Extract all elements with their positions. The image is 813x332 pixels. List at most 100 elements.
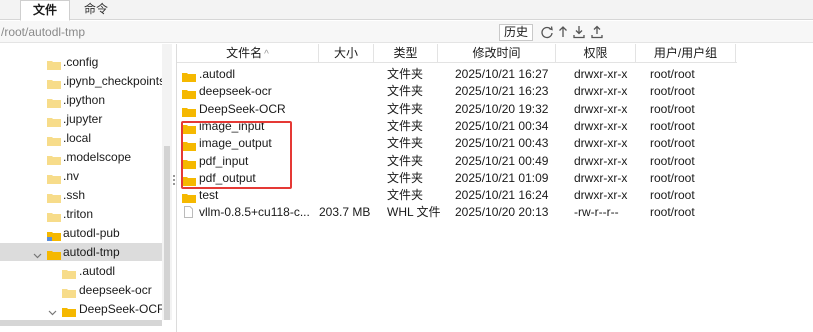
tree-item-label: .modelscope xyxy=(63,150,132,164)
path-input[interactable]: /root/autodl-tmp xyxy=(0,23,176,41)
file-owner: root/root xyxy=(650,205,695,220)
chevron-down-icon[interactable] xyxy=(33,247,42,259)
tree-item-label: .ipynb_checkpoints xyxy=(63,74,166,88)
file-row[interactable]: image_input 文件夹 2025/10/21 00:34 drwxr-xr-x… xyxy=(177,118,737,135)
file-row[interactable]: .autodl 文件夹 2025/10/21 16:27 drwxr-xr-x root… xyxy=(177,66,737,83)
tree-item[interactable]: deepseek-ocr xyxy=(0,281,162,299)
tree-item-label: .ssh xyxy=(63,188,86,202)
file-list-header: 文件名 ^ 大小 类型 修改时间 权限 用户/用户组 xyxy=(177,44,737,63)
file-size xyxy=(319,170,374,187)
file-size xyxy=(319,153,374,170)
tree-item-label: .ipython xyxy=(63,93,106,107)
file-modified: 2025/10/20 19:32 xyxy=(455,101,549,116)
tree-item-label: autodl-pub xyxy=(63,226,120,240)
file-list: 文件名 ^ 大小 类型 修改时间 权限 用户/用户组 .autodl 文件夹 2025… xyxy=(176,44,813,332)
file-owner: root/root xyxy=(650,188,695,203)
tab-bar: 文件 命令 xyxy=(0,0,813,21)
column-size[interactable]: 大小 xyxy=(319,44,374,63)
file-type: 文件夹 xyxy=(387,118,424,133)
upload-icon[interactable] xyxy=(590,24,604,40)
tree-item[interactable]: .config xyxy=(0,53,162,71)
tree-item[interactable]: .local xyxy=(0,129,162,147)
tree-item-label: .jupyter xyxy=(63,112,103,126)
tree-item[interactable]: .ipynb_checkpoints xyxy=(0,72,166,90)
folder-icon xyxy=(47,209,61,222)
file-type: 文件夹 xyxy=(387,84,424,99)
file-type: 文件夹 xyxy=(387,67,424,81)
download-icon[interactable] xyxy=(572,24,586,40)
file-owner: root/root xyxy=(650,153,695,168)
file-row[interactable]: pdf_output 文件夹 2025/10/21 01:09 drwxr-xr-x r… xyxy=(177,170,737,187)
file-row[interactable]: vllm-0.8.5+cu118-c... 203.7 MB WHL 文件 2025/… xyxy=(177,204,737,221)
file-name: image_output xyxy=(199,136,272,151)
file-name: DeepSeek-OCR xyxy=(199,101,286,116)
file-icon xyxy=(184,206,193,219)
file-name: vllm-0.8.5+cu118-c... xyxy=(199,205,310,220)
column-permissions[interactable]: 权限 xyxy=(556,44,636,63)
chevron-down-icon[interactable] xyxy=(48,304,57,316)
file-size xyxy=(319,118,374,135)
file-type: 文件夹 xyxy=(387,170,424,185)
folder-link-icon xyxy=(47,228,61,241)
folder-icon xyxy=(182,122,196,134)
file-name: test xyxy=(199,188,219,203)
up-directory-icon[interactable] xyxy=(556,24,570,40)
file-row[interactable]: deepseek-ocr 文件夹 2025/10/21 16:23 drwxr-xr-… xyxy=(177,83,737,100)
tree-item[interactable]: .triton xyxy=(0,205,162,223)
folder-icon xyxy=(182,174,196,186)
tree-item[interactable]: .jupyter xyxy=(0,110,162,128)
column-owner[interactable]: 用户/用户组 xyxy=(636,44,736,63)
tree-item[interactable]: DeepSeek-OCR xyxy=(0,300,166,318)
tree-item[interactable]: autodl-pub xyxy=(0,224,162,242)
file-name: deepseek-ocr xyxy=(199,84,272,99)
file-perm: drwxr-xr-x xyxy=(574,170,628,185)
file-row[interactable]: image_output 文件夹 2025/10/21 00:43 drwxr-xr-… xyxy=(177,135,737,152)
folder-icon xyxy=(62,285,76,298)
file-perm: drwxr-xr-x xyxy=(574,153,628,168)
file-modified: 2025/10/21 00:43 xyxy=(455,136,549,151)
folder-icon xyxy=(62,304,76,317)
file-owner: root/root xyxy=(650,170,695,185)
file-row[interactable]: test 文件夹 2025/10/21 16:24 drwxr-xr-x root/ro… xyxy=(177,187,737,204)
tree-item-label: .autodl xyxy=(79,264,116,278)
tree-scrollbar-thumb[interactable] xyxy=(164,146,170,320)
history-button[interactable]: 历史 xyxy=(499,24,533,41)
folder-icon xyxy=(182,157,196,169)
tab-files[interactable]: 文件 xyxy=(20,0,70,21)
tree-item-label: .local xyxy=(63,131,92,145)
tree-vertical-scrollbar[interactable] xyxy=(162,44,172,320)
tree-item[interactable]: .modelscope xyxy=(0,148,162,166)
folder-icon xyxy=(47,114,61,127)
tree-item[interactable]: .ssh xyxy=(0,186,162,204)
file-manager: 文件 命令 /root/autodl-tmp 历史 .config .ipynb_… xyxy=(0,0,813,332)
file-size xyxy=(319,135,374,152)
tree-item[interactable]: autodl-tmp xyxy=(0,243,162,261)
file-row[interactable]: DeepSeek-OCR 文件夹 2025/10/20 19:32 drwxr-xr-… xyxy=(177,101,737,118)
folder-icon xyxy=(47,133,61,146)
tree-item-label: autodl-tmp xyxy=(63,245,120,259)
file-size: 203.7 MB xyxy=(319,205,371,220)
file-row[interactable]: pdf_input 文件夹 2025/10/21 00:49 drwxr-xr-x ro… xyxy=(177,153,737,170)
folder-icon xyxy=(47,171,61,184)
refresh-icon[interactable] xyxy=(540,24,554,40)
tree-item[interactable]: .autodl xyxy=(0,262,162,280)
tree-item-label: .config xyxy=(63,55,99,69)
tree-item[interactable]: .nv xyxy=(0,167,162,185)
tree-item-label: DeepSeek-OCR xyxy=(79,302,166,316)
splitter-grip[interactable] xyxy=(173,175,175,187)
file-name: .autodl xyxy=(199,67,236,81)
tree-item[interactable]: .ipython xyxy=(0,91,162,109)
file-size xyxy=(319,66,374,83)
file-perm: drwxr-xr-x xyxy=(574,136,628,151)
file-size xyxy=(319,83,374,100)
tree-horizontal-scrollbar[interactable] xyxy=(0,320,162,326)
folder-icon xyxy=(47,76,61,89)
file-owner: root/root xyxy=(650,84,695,99)
file-name: image_input xyxy=(199,118,265,133)
column-modified[interactable]: 修改时间 xyxy=(438,44,556,63)
tab-commands[interactable]: 命令 xyxy=(74,0,118,20)
column-type[interactable]: 类型 xyxy=(374,44,438,63)
file-modified: 2025/10/20 20:13 xyxy=(455,205,549,220)
folder-icon xyxy=(182,191,196,204)
column-filename[interactable]: 文件名 ^ xyxy=(177,44,319,63)
